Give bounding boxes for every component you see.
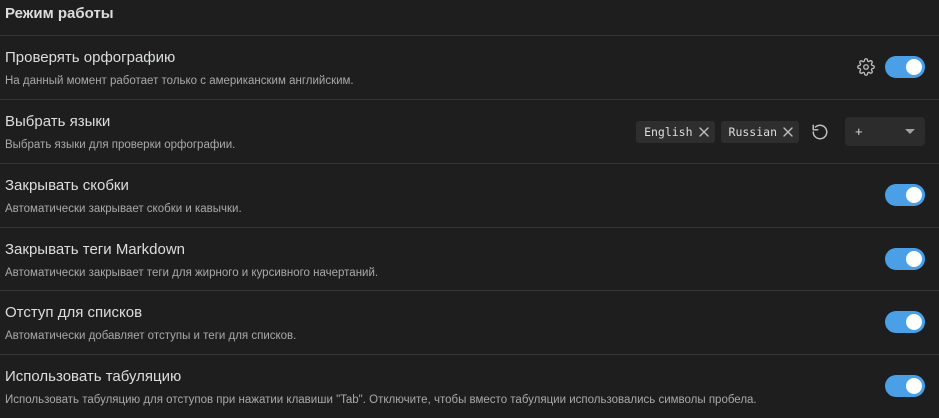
setting-list-indent: Отступ для списков Автоматически добавля… <box>0 291 939 354</box>
setting-name: Выбрать языки <box>5 113 111 130</box>
setting-close-brackets: Закрывать скобки Автоматически закрывает… <box>0 164 939 227</box>
setting-description: Автоматически закрывает теги для жирного… <box>5 267 379 279</box>
toggle-knob <box>906 59 922 75</box>
spellcheck-toggle[interactable] <box>885 56 925 78</box>
setting-description: На данный момент работает только с амери… <box>5 75 354 87</box>
language-label: Russian <box>728 124 777 139</box>
setting-name: Использовать табуляцию <box>5 368 182 385</box>
close-icon[interactable] <box>781 125 795 139</box>
language-chip-english: English <box>636 120 715 143</box>
setting-description: Использовать табуляцию для отступов при … <box>5 394 757 406</box>
use-tabs-toggle[interactable] <box>885 375 925 397</box>
setting-name: Закрывать теги Markdown <box>5 241 186 258</box>
setting-languages: Выбрать языки Выбрать языки для проверки… <box>0 100 939 163</box>
section-title: Режим работы <box>5 5 114 22</box>
language-chip-russian: Russian <box>720 120 799 143</box>
chevron-down-icon <box>905 129 915 134</box>
gear-icon[interactable] <box>857 58 875 76</box>
close-brackets-toggle[interactable] <box>885 184 925 206</box>
language-label: English <box>644 124 693 139</box>
reset-icon[interactable] <box>811 123 829 141</box>
toggle-knob <box>906 314 922 330</box>
list-indent-toggle[interactable] <box>885 311 925 333</box>
setting-close-markdown-tags: Закрывать теги Markdown Автоматически за… <box>0 228 939 291</box>
close-markdown-tags-toggle[interactable] <box>885 248 925 270</box>
toggle-knob <box>906 378 922 394</box>
setting-name: Закрывать скобки <box>5 177 129 194</box>
setting-description: Автоматически закрывает скобки и кавычки… <box>5 203 242 215</box>
setting-description: Автоматически добавляет отступы и теги д… <box>5 330 297 342</box>
add-language-select[interactable]: + <box>845 117 925 146</box>
setting-spellcheck: Проверять орфографию На данный момент ра… <box>0 36 939 99</box>
setting-name: Проверять орфографию <box>5 49 176 66</box>
setting-description: Выбрать языки для проверки орфографии. <box>5 139 236 151</box>
setting-use-tabs: Использовать табуляцию Использовать табу… <box>0 355 939 418</box>
setting-name: Отступ для списков <box>5 304 143 321</box>
toggle-knob <box>906 251 922 267</box>
close-icon[interactable] <box>697 125 711 139</box>
select-value: + <box>855 124 863 139</box>
toggle-knob <box>906 187 922 203</box>
language-list: English Russian + <box>636 117 925 146</box>
